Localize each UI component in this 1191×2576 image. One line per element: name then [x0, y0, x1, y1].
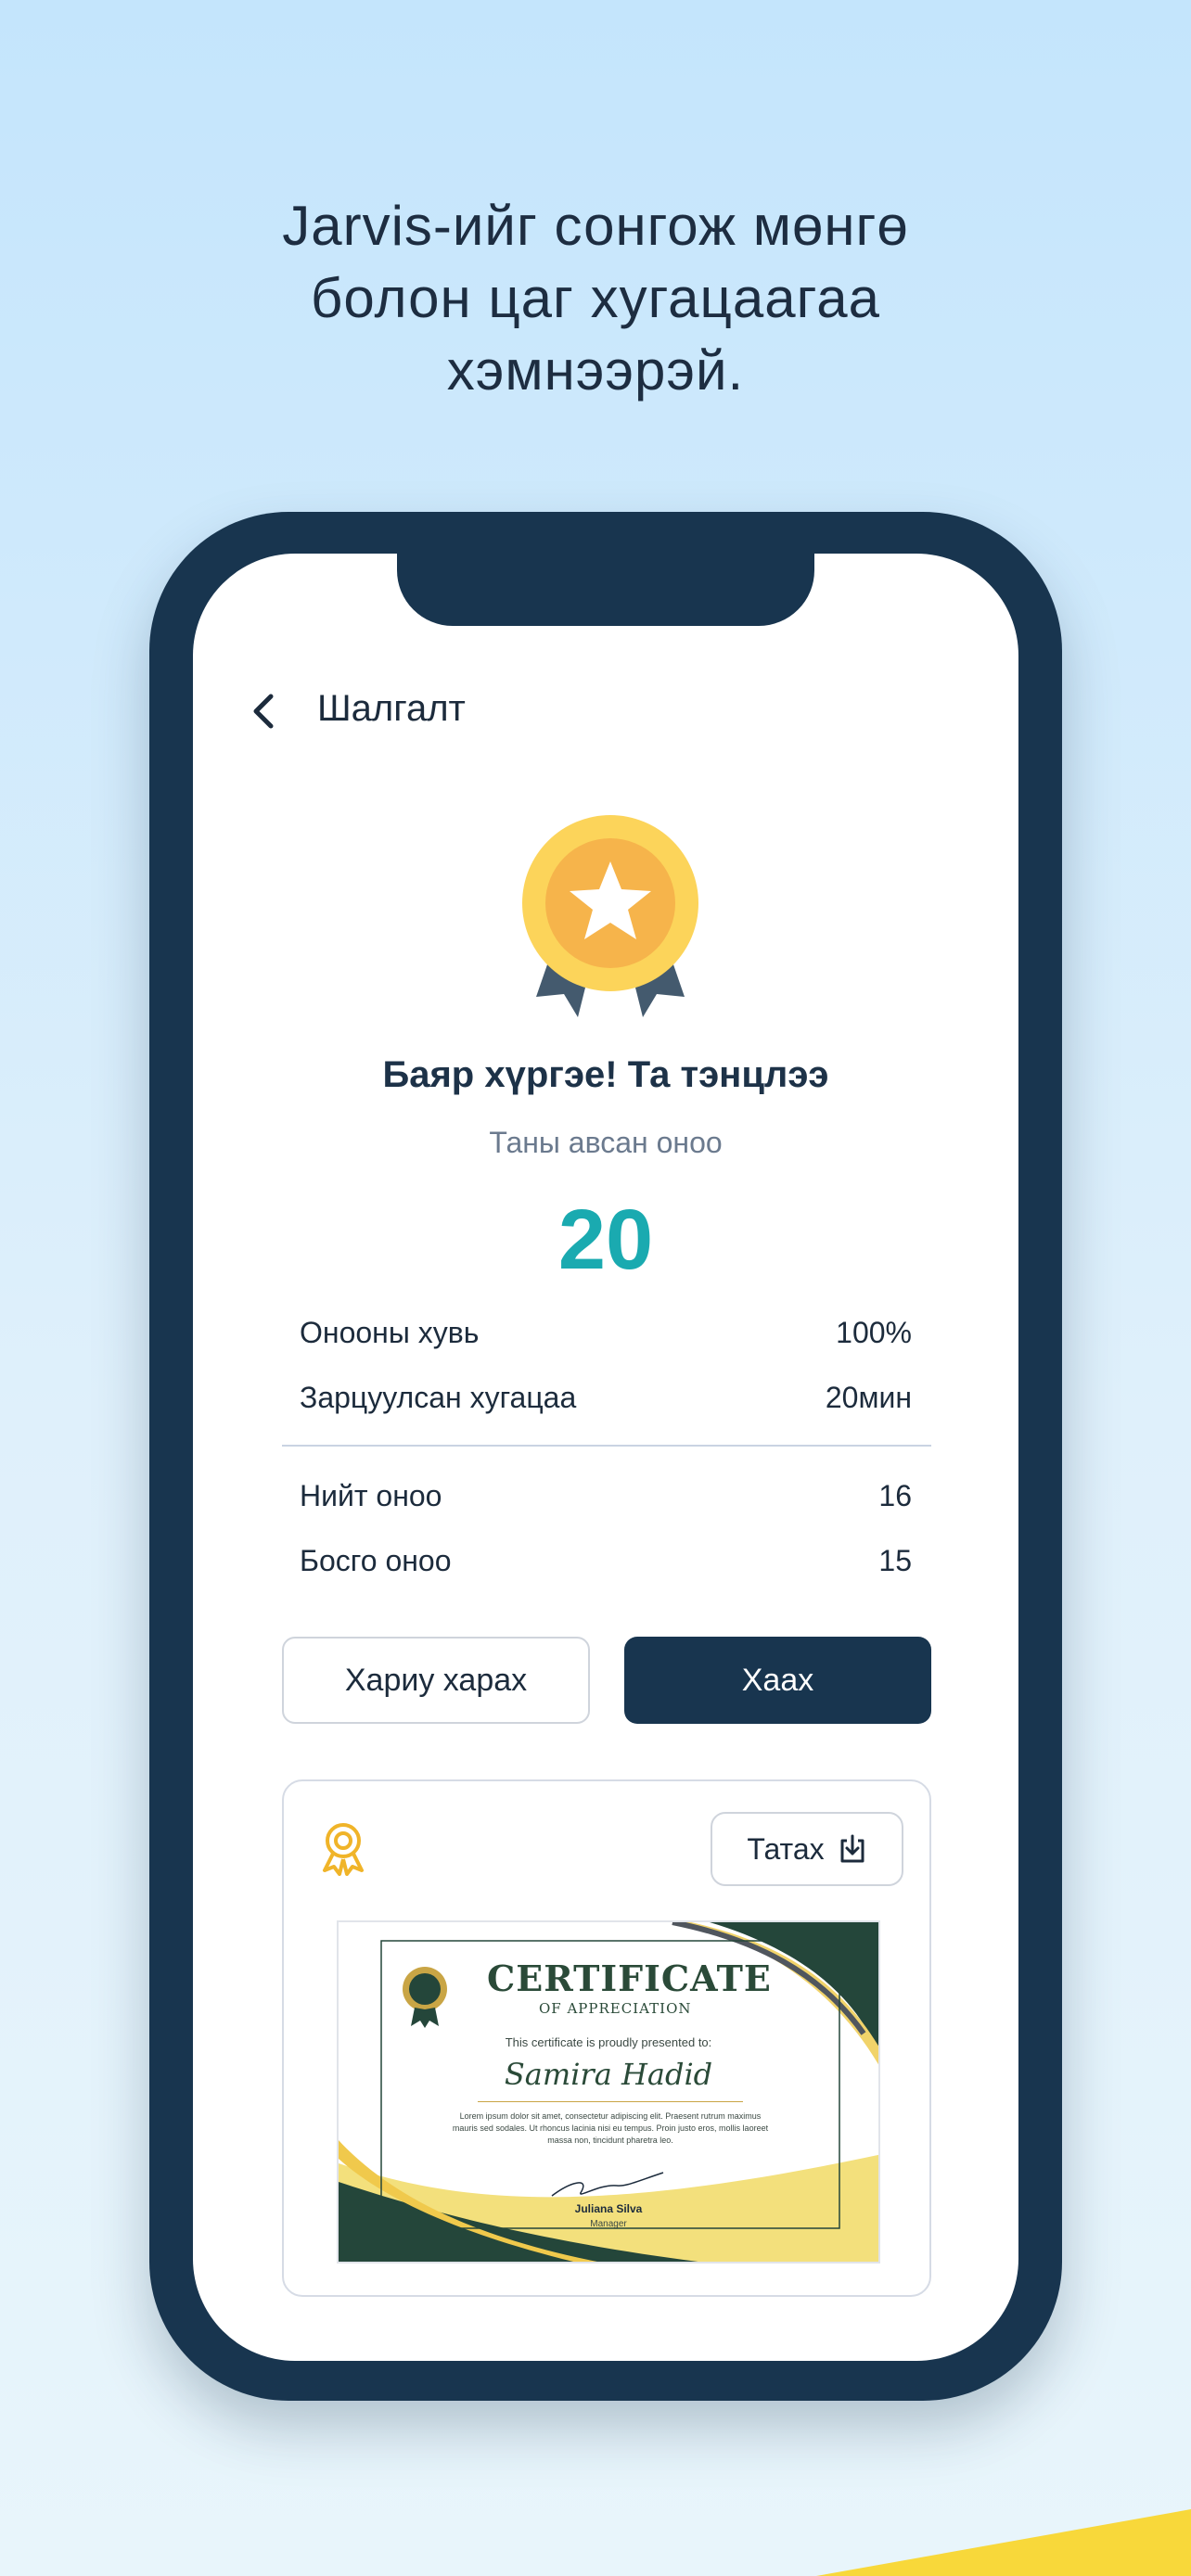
headline-line-2: болон цаг хугацаагаа	[311, 267, 880, 329]
stat-row-time: Зарцуулсан хугацаа 20мин	[300, 1381, 912, 1415]
stat-row-threshold: Босго оноо 15	[300, 1544, 912, 1578]
stat-value: 16	[878, 1479, 912, 1512]
phone-frame: Шалгалт Баяр хүргэе! Та тэнцлээ Таны авс…	[149, 512, 1062, 2401]
score-label: Таны авсан оноо	[489, 1126, 723, 1159]
headline-line-3: хэмнээрэй.	[446, 339, 745, 402]
certificate-title: CERTIFICATE	[487, 1958, 772, 1999]
close-button[interactable]: Хаах	[624, 1637, 931, 1724]
stat-label: Нийт оноо	[300, 1479, 442, 1512]
stat-row-percent: Онооны хувь 100%	[300, 1316, 912, 1350]
certificate-signer-role: Manager	[590, 2219, 627, 2229]
chevron-left-icon	[253, 694, 274, 729]
congrats-heading: Баяр хүргэе! Та тэнцлээ	[382, 1054, 829, 1095]
medal-icon	[522, 815, 698, 1017]
download-label: Татах	[747, 1831, 825, 1866]
certificate-subtitle: OF APPRECIATION	[539, 2000, 692, 2017]
back-button[interactable]	[239, 683, 286, 739]
stat-label: Зарцуулсан хугацаа	[300, 1381, 577, 1414]
divider	[282, 1445, 931, 1447]
certificate-name-underline	[478, 2101, 743, 2102]
certificate-signer: Juliana Silva	[574, 2202, 643, 2215]
certificate-body-text: Lorem ipsum dolor sit amet, consectetur …	[452, 2111, 769, 2145]
score-value: 20	[557, 1192, 654, 1287]
certificate-preview: CERTIFICATE OF APPRECIATION This certifi…	[337, 1920, 880, 2264]
download-icon	[840, 1834, 864, 1863]
phone-screen: Шалгалт Баяр хүргэе! Та тэнцлээ Таны авс…	[193, 554, 1018, 2361]
award-ribbon-icon	[323, 1823, 364, 1876]
view-answers-button[interactable]: Хариу харах	[282, 1637, 590, 1724]
stat-row-total: Нийт оноо 16	[300, 1479, 912, 1513]
headline: Jarvis-ийг сонгож мөнгө болон цаг хугаца…	[0, 190, 1191, 407]
stat-value: 15	[878, 1544, 912, 1577]
page-title: Шалгалт	[317, 688, 466, 729]
phone-notch	[397, 554, 814, 626]
download-button[interactable]: Татах	[711, 1812, 903, 1886]
certificate-recipient-name: Samira Hadid	[504, 2057, 713, 2092]
stat-label: Босго оноо	[300, 1544, 452, 1577]
certificate-presented-text: This certificate is proudly presented to…	[505, 2035, 712, 2049]
headline-line-1: Jarvis-ийг сонгож мөнгө	[282, 195, 909, 257]
stat-label: Онооны хувь	[300, 1316, 480, 1349]
stat-value: 100%	[836, 1316, 912, 1349]
certificate-card: Татах CERTIFICATE OF APPRECIATION This c…	[282, 1779, 931, 2297]
stat-value: 20мин	[825, 1381, 912, 1414]
